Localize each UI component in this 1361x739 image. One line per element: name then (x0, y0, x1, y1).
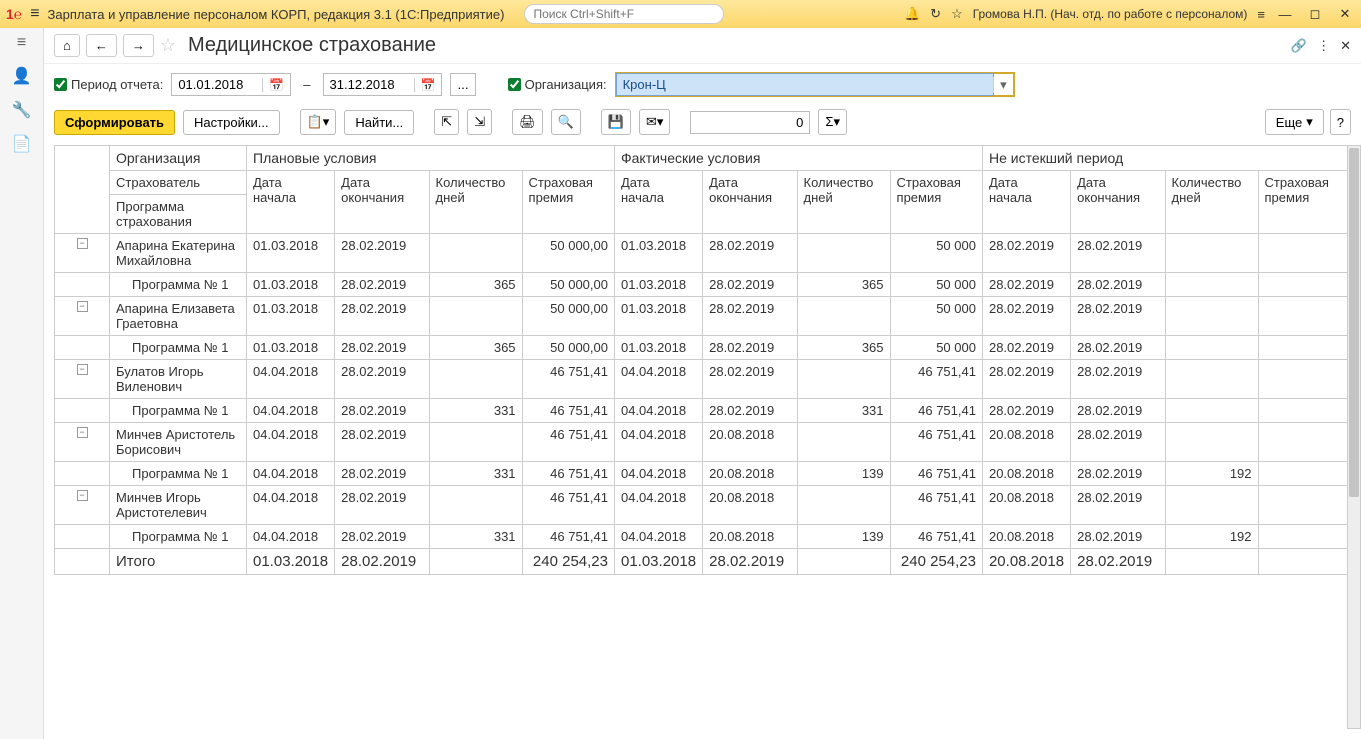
date-from-input[interactable] (172, 74, 262, 95)
help-button[interactable]: ? (1330, 109, 1351, 135)
form-button[interactable]: Сформировать (54, 110, 175, 135)
sum-button[interactable]: Σ▾ (818, 109, 847, 135)
calendar-icon[interactable]: 📅 (262, 78, 290, 92)
back-button[interactable]: ← (86, 34, 117, 57)
collapse-icon[interactable]: − (77, 490, 88, 501)
table-row[interactable]: Программа № 104.04.201828.02.201933146 7… (55, 525, 1351, 549)
table-row[interactable]: Программа № 101.03.201828.02.201936550 0… (55, 273, 1351, 297)
maximize-button[interactable]: ◻ (1305, 6, 1325, 22)
collapse-icon[interactable]: − (77, 364, 88, 375)
table-row[interactable]: −Булатов Игорь Виленович04.04.201828.02.… (55, 360, 1351, 399)
date-from-field[interactable]: 📅 (171, 73, 291, 96)
table-row[interactable]: −Апарина Елизавета Граетовна01.03.201828… (55, 297, 1351, 336)
forward-button[interactable]: → (123, 34, 154, 57)
sidebar-tools-icon[interactable]: 🔧 (12, 100, 32, 120)
sum-input[interactable] (690, 111, 810, 134)
collapse-icon[interactable]: − (77, 238, 88, 249)
global-search-input[interactable] (524, 4, 724, 24)
print-button[interactable]: 🖨 (512, 109, 543, 135)
link-icon[interactable]: 🔗 (1291, 38, 1307, 54)
more-icon[interactable]: ⋮ (1317, 38, 1330, 54)
col-program: Программа страхования (110, 195, 247, 234)
org-input[interactable] (617, 74, 993, 95)
period-checkbox[interactable]: Период отчета: (54, 77, 163, 92)
app-title: Зарплата и управление персоналом КОРП, р… (48, 7, 505, 22)
col-plan-group: Плановые условия (247, 146, 615, 171)
save-button[interactable]: 💾 (601, 109, 631, 135)
col-fact-group: Фактические условия (614, 146, 982, 171)
sidebar-docs-icon[interactable]: 📄 (12, 134, 32, 154)
copy-button[interactable]: 📋▾ (300, 109, 337, 135)
filters-bar: Период отчета: 📅 – 📅 ... Организация: ▾ (44, 64, 1361, 105)
close-button[interactable]: ✕ (1335, 6, 1355, 22)
col-insurer: Страхователь (110, 171, 247, 195)
table-row[interactable]: −Апарина Екатерина Михайловна01.03.20182… (55, 234, 1351, 273)
date-to-field[interactable]: 📅 (323, 73, 443, 96)
more-button[interactable]: Еще ▾ (1265, 109, 1324, 135)
table-row[interactable]: Программа № 104.04.201828.02.201933146 7… (55, 399, 1351, 423)
current-user[interactable]: Громова Н.П. (Нач. отд. по работе с перс… (973, 7, 1248, 21)
toolbar: Сформировать Настройки... 📋▾ Найти... ⇱ … (44, 105, 1361, 145)
global-search[interactable] (524, 4, 724, 24)
settings-button[interactable]: Настройки... (183, 110, 280, 135)
titlebar: 1℮ ≡ Зарплата и управление персоналом КО… (0, 0, 1361, 28)
table-row[interactable]: −Минчев Игорь Аристотелевич04.04.201828.… (55, 486, 1351, 525)
table-row[interactable]: −Минчев Аристотель Борисович04.04.201828… (55, 423, 1351, 462)
vertical-scrollbar[interactable] (1347, 145, 1361, 729)
calendar-icon[interactable]: 📅 (414, 78, 442, 92)
app-logo: 1℮ (6, 6, 22, 22)
expand-button[interactable]: ⇱ (434, 109, 459, 135)
sidebar: ≡ 👤 🔧 📄 (0, 28, 44, 739)
star-icon[interactable]: ☆ (951, 6, 963, 22)
page-header: ⌂ ← → ☆ Медицинское страхование 🔗 ⋮ ✕ (44, 28, 1361, 64)
page-title: Медицинское страхование (188, 34, 436, 57)
table-row[interactable]: Программа № 104.04.201828.02.201933146 7… (55, 462, 1351, 486)
org-field[interactable]: ▾ (615, 72, 1015, 97)
bell-icon[interactable]: 🔔 (904, 6, 920, 22)
home-button[interactable]: ⌂ (54, 34, 80, 57)
minimize-button[interactable]: — (1275, 7, 1295, 22)
dropdown-icon[interactable]: ▾ (993, 77, 1013, 93)
favorite-icon[interactable]: ☆ (160, 35, 176, 56)
mail-button[interactable]: ✉▾ (639, 109, 670, 135)
close-tab-icon[interactable]: ✕ (1340, 38, 1351, 54)
total-row: Итого 01.03.2018 28.02.2019 240 254,23 0… (55, 549, 1351, 575)
collapse-icon[interactable]: − (77, 427, 88, 438)
org-checkbox[interactable]: Организация: (508, 77, 607, 92)
find-button[interactable]: Найти... (344, 110, 414, 135)
main-menu-icon[interactable]: ≡ (30, 5, 39, 23)
collapse-icon[interactable]: − (77, 301, 88, 312)
preview-button[interactable]: 🔍 (551, 109, 581, 135)
col-remain-group: Не истекший период (982, 146, 1350, 171)
history-icon[interactable]: ↻ (930, 6, 941, 22)
report-grid[interactable]: Организация Плановые условия Фактические… (44, 145, 1361, 739)
date-to-input[interactable] (324, 74, 414, 95)
sidebar-menu-icon[interactable]: ≡ (17, 34, 26, 52)
sidebar-user-icon[interactable]: 👤 (12, 66, 32, 86)
user-menu-icon[interactable]: ≡ (1257, 7, 1265, 22)
collapse-button[interactable]: ⇲ (467, 109, 492, 135)
period-select-button[interactable]: ... (450, 73, 475, 96)
table-row[interactable]: Программа № 101.03.201828.02.201936550 0… (55, 336, 1351, 360)
col-org: Организация (110, 146, 247, 171)
